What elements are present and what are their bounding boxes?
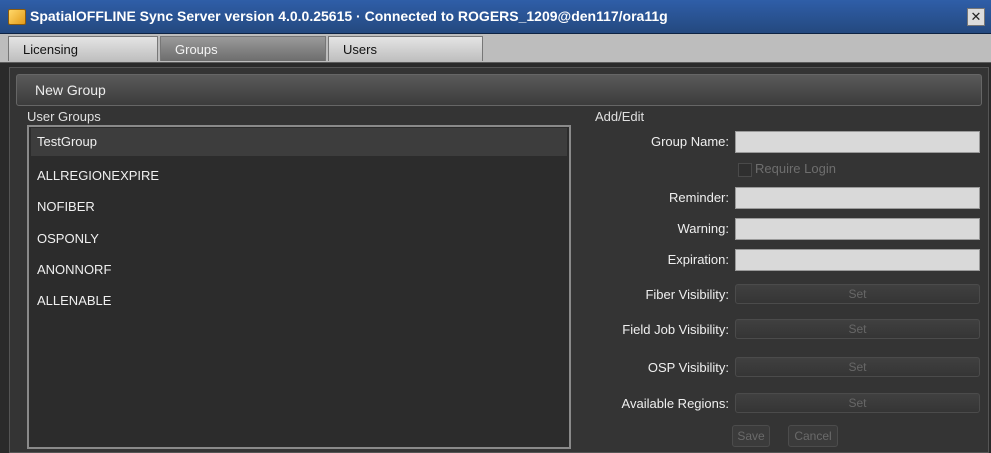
reminder-field[interactable] — [735, 187, 980, 209]
osp-visibility-label: OSP Visibility: — [647, 360, 729, 375]
list-item[interactable]: ALLREGIONEXPIRE — [37, 168, 159, 183]
require-login-checkbox[interactable] — [738, 163, 752, 177]
warning-field[interactable] — [735, 218, 980, 240]
reminder-label: Reminder: — [669, 190, 729, 205]
field-job-visibility-label: Field Job Visibility: — [622, 322, 729, 337]
tab-groups-label: Groups — [175, 42, 218, 57]
window-title: SpatialOFFLINE Sync Server version 4.0.0… — [30, 8, 668, 24]
expiration-label: Expiration: — [667, 252, 729, 267]
list-item[interactable]: ALLENABLE — [37, 293, 111, 308]
available-regions-set-button[interactable]: Set — [735, 393, 980, 413]
close-icon[interactable]: ✕ — [967, 8, 985, 26]
new-group-button[interactable]: New Group — [16, 74, 982, 106]
groups-panel: New Group User Groups Add/Edit TestGroup… — [9, 67, 989, 453]
available-regions-label: Available Regions: — [621, 396, 729, 411]
group-name-field[interactable] — [735, 131, 980, 153]
save-button[interactable]: Save — [732, 425, 770, 447]
warning-label: Warning: — [677, 221, 729, 236]
new-group-label: New Group — [35, 82, 106, 98]
fiber-visibility-set-button[interactable]: Set — [735, 284, 980, 304]
require-login-label: Require Login — [755, 161, 836, 176]
user-groups-heading: User Groups — [27, 109, 101, 124]
tab-users[interactable]: Users — [328, 36, 483, 61]
expiration-field[interactable] — [735, 249, 980, 271]
app-icon — [8, 9, 26, 25]
tab-users-label: Users — [343, 42, 377, 57]
tab-licensing[interactable]: Licensing — [8, 36, 158, 61]
group-name-label: Group Name: — [650, 134, 729, 149]
list-item[interactable]: TestGroup — [31, 128, 567, 156]
user-groups-list[interactable]: TestGroup ALLREGIONEXPIRE NOFIBER OSPONL… — [27, 125, 571, 449]
tab-licensing-label: Licensing — [23, 42, 78, 57]
field-job-visibility-set-button[interactable]: Set — [735, 319, 980, 339]
list-item[interactable]: OSPONLY — [37, 231, 99, 246]
add-edit-heading: Add/Edit — [595, 109, 645, 124]
cancel-button[interactable]: Cancel — [788, 425, 838, 447]
tab-bar: Licensing Groups Users — [0, 34, 991, 63]
fiber-visibility-label: Fiber Visibility: — [645, 287, 729, 302]
title-bar: SpatialOFFLINE Sync Server version 4.0.0… — [0, 0, 991, 34]
tab-groups[interactable]: Groups — [160, 36, 326, 61]
osp-visibility-set-button[interactable]: Set — [735, 357, 980, 377]
list-item[interactable]: NOFIBER — [37, 199, 95, 214]
list-item[interactable]: ANONNORF — [37, 262, 111, 277]
